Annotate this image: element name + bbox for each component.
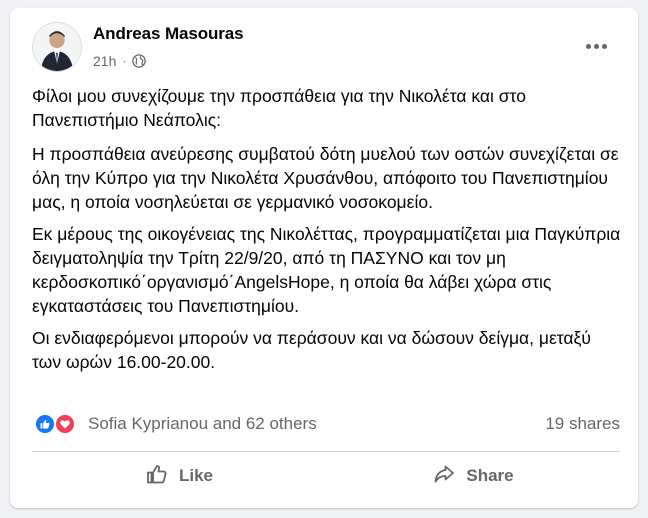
post-paragraph: Φίλοι μου συνεχίζουμε την προσπάθεια για… — [32, 86, 526, 130]
more-dot — [585, 43, 591, 49]
post-paragraph: Οι ενδιαφερόμενοι μπορούν να περάσουν κα… — [32, 328, 591, 372]
meta-separator: · — [122, 54, 127, 68]
divider — [32, 451, 620, 452]
shares-count[interactable]: 19 shares — [545, 414, 620, 434]
post-meta: 21h · — [93, 53, 147, 69]
post-card: Andreas Masouras 21h · Φίλοι μου συνεχίζ… — [10, 8, 638, 508]
share-arrow-icon — [432, 462, 456, 491]
like-label: Like — [178, 466, 214, 485]
post-body: Φίλοι μου συνεχίζουμε την προσπάθεια για… — [32, 84, 624, 382]
like-button[interactable]: Like — [32, 456, 326, 496]
share-label: Share — [466, 466, 514, 485]
share-button[interactable]: Share — [326, 456, 620, 496]
post-paragraph: Η προσπάθεια ανεύρεσης συμβατού δότη μυε… — [32, 144, 619, 212]
post-paragraph: Εκ μέρους της οικογένειας της Νικολέττας… — [32, 224, 621, 316]
reaction-icons[interactable] — [32, 412, 80, 436]
avatar[interactable] — [32, 22, 82, 72]
reactions-bar: Sofia Kyprianou and 62 others 19 shares — [32, 409, 620, 439]
thumbs-up-icon — [145, 462, 169, 491]
more-dot — [601, 43, 607, 49]
globe-icon[interactable] — [132, 54, 147, 68]
love-reaction-icon — [54, 413, 76, 435]
author-name[interactable]: Andreas Masouras — [93, 24, 244, 44]
more-dot — [593, 43, 599, 49]
like-reaction-icon — [34, 413, 56, 435]
post-time[interactable]: 21h — [93, 53, 116, 69]
post-header: Andreas Masouras 21h · — [32, 20, 620, 78]
more-options-icon[interactable] — [582, 38, 610, 54]
reactions-summary[interactable]: Sofia Kyprianou and 62 others — [88, 414, 317, 434]
action-bar: Like Share — [32, 456, 620, 496]
